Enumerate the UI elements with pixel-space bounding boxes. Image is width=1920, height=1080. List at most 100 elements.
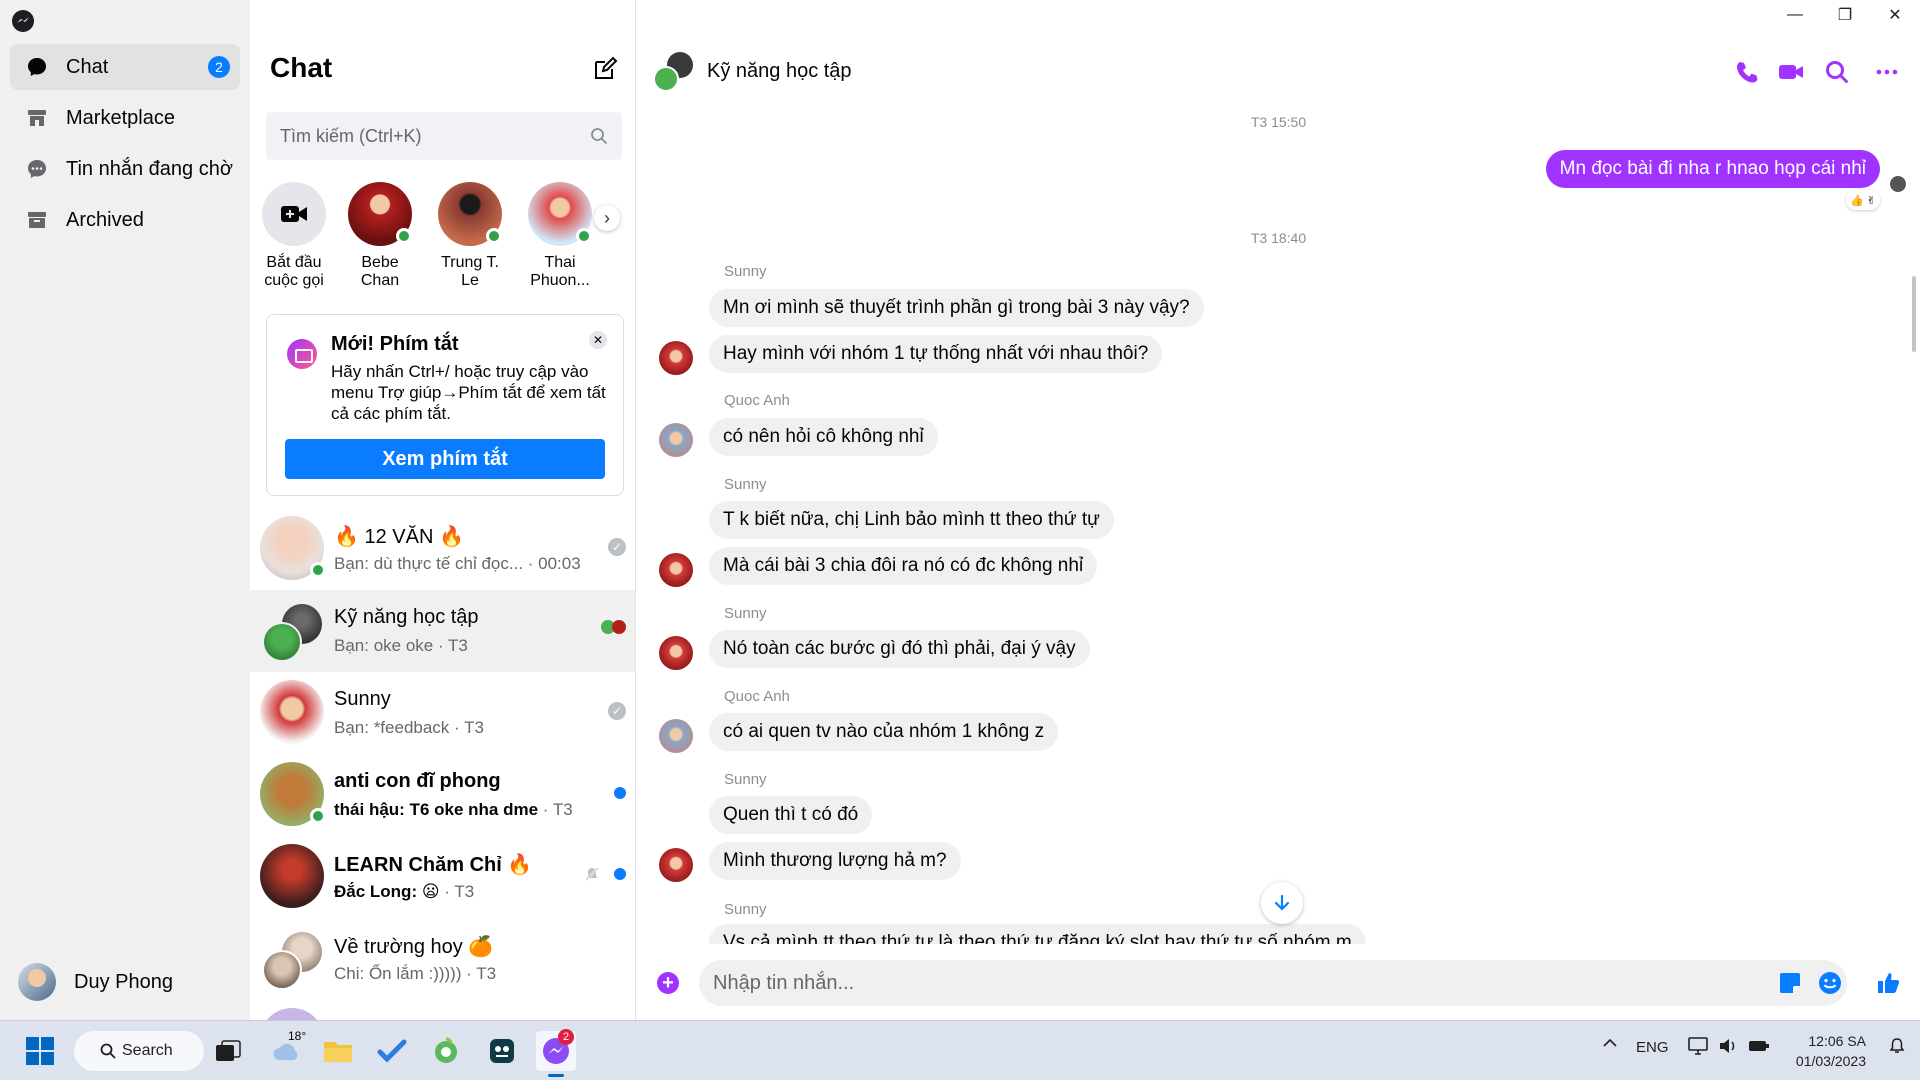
notification-badge: 2 bbox=[558, 1029, 574, 1045]
conversation-preview: Đắc Long: 😦 · T3 bbox=[334, 882, 475, 901]
incoming-message[interactable]: T k biết nữa, chị Linh bảo mình tt theo … bbox=[709, 501, 1114, 539]
incoming-message[interactable]: Mình thương lượng hả m? bbox=[709, 842, 961, 880]
story-contact[interactable]: Thai Phuon... bbox=[520, 182, 600, 290]
compose-new-message-icon[interactable] bbox=[592, 56, 618, 82]
incoming-message[interactable]: có ai quen tv nào của nhóm 1 không z bbox=[709, 713, 1059, 751]
messenger-taskbar-icon[interactable]: 2 bbox=[536, 1029, 576, 1077]
conversation-item[interactable]: 🔥 12 VĂN 🔥 Bạn: dù thực tế chỉ đọc... · … bbox=[250, 508, 635, 590]
nav-item-label: Tin nhắn đang chờ bbox=[66, 157, 233, 180]
incoming-message[interactable]: Mà cái bài 3 chia đôi ra nó có đc không … bbox=[709, 547, 1098, 585]
conversation-item[interactable]: Về trường hoy 🍊 Chi: Ổn lắm :))))) · T3 bbox=[250, 918, 635, 1000]
chevron-right-icon[interactable]: › bbox=[594, 205, 620, 231]
nav-item-marketplace[interactable]: Marketplace bbox=[10, 95, 240, 141]
coccoc-browser-icon[interactable] bbox=[426, 1031, 466, 1071]
network-icon[interactable] bbox=[1688, 1037, 1708, 1059]
restore-icon[interactable]: ❐ bbox=[1820, 0, 1870, 30]
avatar[interactable] bbox=[659, 423, 693, 457]
conversation-title[interactable]: Kỹ năng học tập bbox=[707, 60, 852, 83]
add-attachment-plus-icon[interactable]: + bbox=[657, 972, 679, 994]
task-view-icon[interactable] bbox=[208, 1031, 248, 1071]
chevron-up-icon[interactable] bbox=[1602, 1035, 1618, 1055]
conversation-preview: Bạn: *feedback · T3 bbox=[334, 718, 484, 737]
conversation-preview: Bạn: oke oke · T3 bbox=[334, 636, 468, 655]
weather-temperature: 18° bbox=[288, 1029, 307, 1043]
thumbs-up-icon[interactable] bbox=[1875, 970, 1901, 996]
story-label: Trung T. Le bbox=[441, 254, 499, 289]
nav-item-chat[interactable]: Chat 2 bbox=[10, 44, 240, 90]
search-icon[interactable] bbox=[1823, 58, 1851, 86]
group-avatar[interactable] bbox=[653, 52, 693, 92]
nav-item-message-requests[interactable]: Tin nhắn đang chờ bbox=[10, 146, 240, 192]
todo-app-icon[interactable] bbox=[372, 1031, 412, 1071]
app-icon[interactable] bbox=[482, 1031, 522, 1071]
system-clock[interactable]: 12:06 SA 01/03/2023 bbox=[1796, 1031, 1866, 1071]
taskbar-search-button[interactable]: Search bbox=[74, 1031, 204, 1071]
search-input[interactable]: Tìm kiếm (Ctrl+K) bbox=[266, 112, 622, 160]
avatar[interactable] bbox=[659, 553, 693, 587]
conversation-item[interactable] bbox=[250, 1000, 635, 1020]
conversation-item[interactable]: anti con đĩ phong thái hậu: T6 oke nha d… bbox=[250, 754, 635, 836]
conversation-name: LEARN Chăm Chỉ 🔥 bbox=[334, 854, 533, 876]
avatar bbox=[260, 762, 326, 826]
video-call-icon[interactable] bbox=[1777, 58, 1805, 86]
seen-check-icon: ✓ bbox=[608, 702, 626, 720]
conversation-panel: — ❐ ✕ Kỹ năng học tập T3 15:50 Mn đọc bà… bbox=[637, 0, 1920, 1020]
message-reactions[interactable]: 👍 ✌ bbox=[1846, 190, 1880, 210]
user-profile-button[interactable]: Duy Phong bbox=[18, 960, 173, 1004]
incoming-message[interactable]: Nó toàn các bước gì đó thì phải, đại ý v… bbox=[709, 630, 1090, 668]
more-options-icon[interactable] bbox=[1873, 58, 1901, 86]
taskbar-search-label: Search bbox=[122, 1042, 173, 1059]
incoming-message[interactable]: Hay mình với nhóm 1 tự thống nhất với nh… bbox=[709, 335, 1163, 373]
video-call-plus-icon bbox=[262, 182, 326, 246]
sender-name: Sunny bbox=[724, 771, 767, 788]
seen-check-icon: ✓ bbox=[608, 538, 626, 556]
sender-name: Sunny bbox=[724, 263, 767, 280]
file-explorer-icon[interactable] bbox=[318, 1031, 358, 1071]
avatar bbox=[438, 182, 502, 246]
input-language[interactable]: ENG bbox=[1636, 1039, 1669, 1056]
keyboard-shortcut-tip-card: Mới! Phím tắt Hãy nhấn Ctrl+/ hoặc truy … bbox=[266, 314, 624, 496]
tip-body: Hãy nhấn Ctrl+/ hoặc truy cập vào menu T… bbox=[331, 362, 606, 423]
avatar[interactable] bbox=[659, 719, 693, 753]
avatar[interactable] bbox=[659, 848, 693, 882]
message-timestamp: T3 18:40 bbox=[1250, 230, 1307, 246]
sender-name: Quoc Anh bbox=[724, 688, 790, 705]
avatar bbox=[260, 516, 326, 580]
story-contact[interactable]: Trung T. Le bbox=[430, 182, 510, 290]
conversation-item[interactable]: LEARN Chăm Chỉ 🔥 Đắc Long: 😦 · T3 bbox=[250, 836, 635, 918]
outgoing-message[interactable]: Mn đọc bài đi nha r hnao họp cái nhỉ bbox=[1545, 150, 1880, 188]
emoji-icon[interactable] bbox=[1817, 970, 1843, 996]
nav-item-archived[interactable]: Archived bbox=[10, 197, 240, 243]
close-icon[interactable]: ✕ bbox=[589, 331, 607, 349]
story-contact[interactable]: Bebe Chan bbox=[340, 182, 420, 290]
phone-call-icon[interactable] bbox=[1733, 58, 1761, 86]
scrollbar-thumb[interactable] bbox=[1912, 276, 1916, 352]
avatar[interactable] bbox=[659, 636, 693, 670]
conversation-item[interactable]: Kỹ năng học tập Bạn: oke oke · T3 bbox=[250, 590, 635, 672]
story-start-call[interactable]: Bắt đầu cuộc gọi bbox=[254, 182, 334, 290]
message-input[interactable]: Nhập tin nhắn... bbox=[699, 960, 1847, 1006]
incoming-message[interactable]: Mn ơi mình sẽ thuyết trình phần gì trong… bbox=[709, 289, 1204, 327]
sticker-icon[interactable] bbox=[1777, 970, 1803, 996]
weather-widget-icon[interactable]: 18° bbox=[266, 1029, 307, 1071]
notifications-bell-icon[interactable] bbox=[1888, 1037, 1906, 1059]
unread-dot bbox=[614, 868, 626, 880]
archive-box-icon bbox=[24, 207, 50, 233]
incoming-message[interactable]: có nên hỏi cô không nhỉ bbox=[709, 418, 938, 456]
incoming-message[interactable]: Quen thì t có đó bbox=[709, 796, 873, 834]
conversation-item[interactable]: Sunny Bạn: *feedback · T3 ✓ bbox=[250, 672, 635, 754]
volume-icon[interactable] bbox=[1718, 1037, 1738, 1059]
windows-taskbar: Search 18° 2 ENG 12:06 SA 01/03/2023 bbox=[0, 1020, 1920, 1080]
scroll-to-bottom-button[interactable] bbox=[1261, 882, 1303, 924]
view-shortcuts-button[interactable]: Xem phím tắt bbox=[285, 439, 605, 479]
page-title: Chat bbox=[270, 52, 333, 83]
muted-bell-icon bbox=[585, 867, 599, 881]
windows-start-icon[interactable] bbox=[20, 1031, 60, 1071]
battery-icon[interactable] bbox=[1748, 1037, 1770, 1059]
close-icon[interactable]: ✕ bbox=[1870, 0, 1920, 30]
avatar[interactable] bbox=[659, 341, 693, 375]
minimize-icon[interactable]: — bbox=[1770, 0, 1820, 30]
avatar bbox=[18, 963, 56, 1001]
chat-list-panel: Chat Tìm kiếm (Ctrl+K) Bắt đầu cuộc gọi … bbox=[250, 0, 636, 1020]
incoming-message[interactable]: Vs cả mình tt theo thứ tự là theo thứ tự… bbox=[709, 924, 1366, 944]
